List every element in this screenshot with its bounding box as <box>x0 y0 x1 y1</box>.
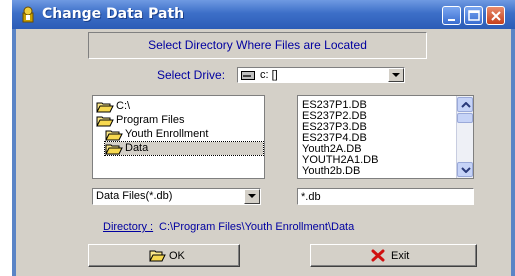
maximize-button[interactable] <box>464 6 483 25</box>
chevron-down-icon <box>392 73 400 77</box>
maximize-icon <box>468 10 480 21</box>
minimize-icon <box>448 19 455 21</box>
directory-item-youth-enrollment[interactable]: Youth Enrollment <box>105 128 225 141</box>
red-x-icon <box>371 249 385 262</box>
scroll-up-button[interactable] <box>457 97 473 112</box>
close-button[interactable] <box>486 6 505 25</box>
filter-input[interactable] <box>297 188 474 205</box>
ok-button[interactable]: OK <box>88 244 240 267</box>
drive-dropdown-button[interactable] <box>388 68 404 82</box>
file-type-dropdown-button[interactable] <box>244 189 260 204</box>
drive-icon <box>241 71 255 80</box>
folder-open-icon <box>105 130 123 141</box>
app-icon <box>22 6 34 23</box>
instruction-banner: Select Directory Where Files are Located <box>88 32 427 59</box>
scroll-down-button[interactable] <box>457 162 473 177</box>
directory-item-data[interactable]: Data <box>104 141 264 156</box>
file-list-scrollbar[interactable] <box>456 96 473 178</box>
close-icon <box>491 11 501 21</box>
directory-label: Directory : <box>103 221 154 233</box>
folder-open-icon <box>96 116 114 127</box>
scroll-thumb[interactable] <box>457 113 473 123</box>
select-drive-label: Select Drive: <box>157 68 226 82</box>
ok-button-label: OK <box>169 250 185 262</box>
file-type-select[interactable]: Data Files(*.db) <box>92 188 261 205</box>
file-type-value: Data Files(*.db) <box>96 190 173 202</box>
open-folder-icon <box>149 250 166 262</box>
dialog-window: Change Data Path Select Directory Where … <box>12 0 515 276</box>
dialog-body: Select Directory Where Files are Located… <box>16 29 511 276</box>
drive-select[interactable]: c: [] <box>237 67 405 83</box>
folder-open-icon <box>105 144 123 155</box>
file-list-item[interactable]: Youth2b.DB <box>302 165 360 177</box>
directory-path: C:\Program Files\Youth Enrollment\Data <box>159 221 355 233</box>
chevron-down-icon <box>461 167 471 173</box>
exit-button-label: Exit <box>391 250 410 262</box>
exit-button[interactable]: Exit <box>310 244 477 267</box>
directory-item-program-files[interactable]: Program Files <box>96 114 206 127</box>
chevron-up-icon <box>461 102 471 108</box>
chevron-down-icon <box>248 194 256 198</box>
title-bar[interactable]: Change Data Path <box>12 0 515 29</box>
directory-item-root[interactable]: C:\ <box>96 100 156 113</box>
directory-list[interactable]: C:\ Program Files Youth Enrollment Data <box>92 95 265 179</box>
minimize-button[interactable] <box>442 6 461 25</box>
file-list[interactable]: ES237P1.DB ES237P2.DB ES237P3.DB ES237P4… <box>297 95 474 179</box>
window-title: Change Data Path <box>42 6 185 22</box>
drive-value: c: [] <box>260 69 278 81</box>
folder-open-icon <box>96 102 114 113</box>
